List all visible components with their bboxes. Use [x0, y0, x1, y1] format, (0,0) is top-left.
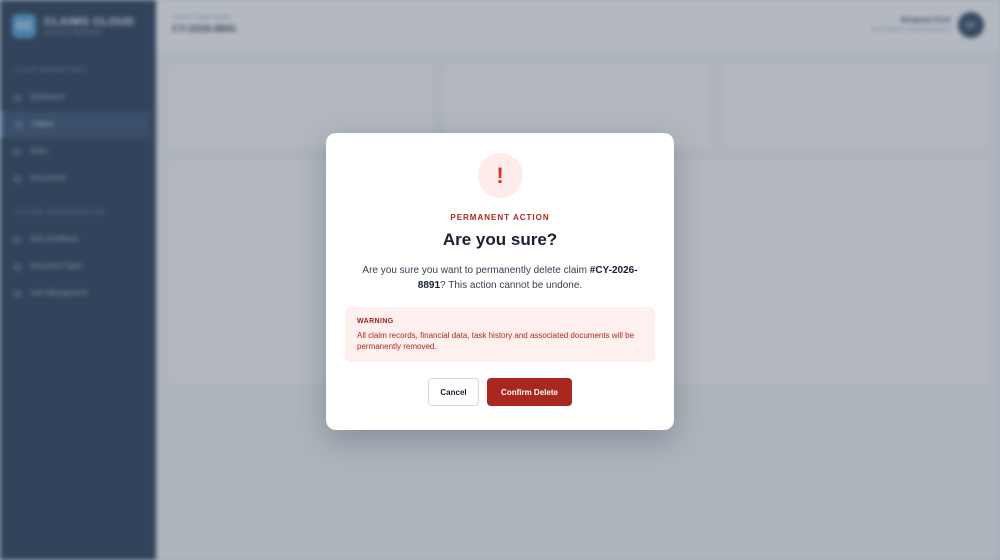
alert-badge: ! — [477, 153, 523, 198]
warning-box: WARNING All claim records, financial dat… — [345, 307, 655, 362]
description-prefix: Are you sure you want to permanently del… — [362, 265, 590, 276]
description-suffix: ? This action cannot be undone. — [440, 280, 583, 291]
dialog-kicker: PERMANENT ACTION — [450, 213, 550, 222]
warning-title: WARNING — [357, 318, 394, 325]
dialog-title: Are you sure? — [442, 230, 558, 249]
dialog-description: Are you sure you want to permanently del… — [355, 263, 645, 293]
warning-text: All claim records, financial data, task … — [357, 331, 635, 351]
delete-confirmation-dialog: ! PERMANENT ACTION Are you sure? Are you… — [326, 133, 674, 430]
dialog-actions: Cancel Confirm Delete — [428, 378, 572, 406]
exclamation-icon: ! — [496, 162, 504, 188]
confirm-delete-button[interactable]: Confirm Delete — [487, 378, 572, 406]
cancel-button[interactable]: Cancel — [428, 378, 479, 406]
